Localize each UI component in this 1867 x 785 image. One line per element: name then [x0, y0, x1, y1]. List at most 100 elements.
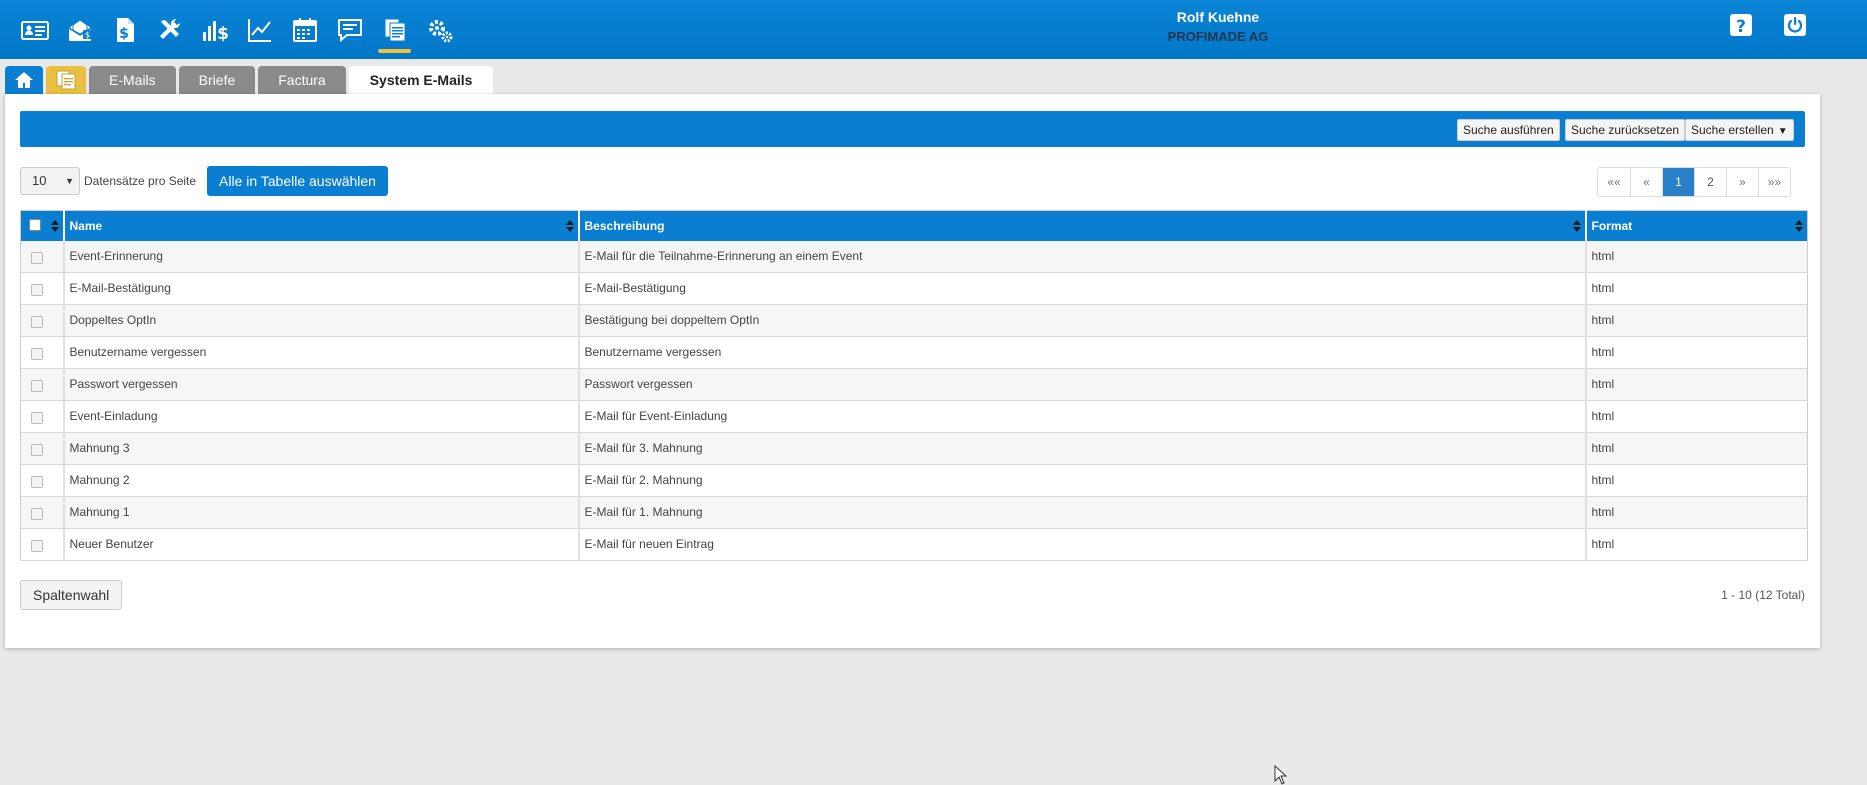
- power-icon[interactable]: [1782, 12, 1808, 38]
- row-checkbox-cell: [20, 240, 65, 273]
- format-cell: html: [1585, 400, 1808, 433]
- first-page-button[interactable]: ««: [1598, 168, 1630, 196]
- name-cell: Event-Einladung: [63, 400, 580, 433]
- svg-text:?: ?: [1736, 17, 1746, 37]
- help-icon[interactable]: ?: [1728, 12, 1754, 38]
- format-cell: html: [1585, 464, 1808, 497]
- row-checkbox[interactable]: [31, 412, 43, 424]
- description-cell: E-Mail für 3. Mahnung: [578, 432, 1587, 465]
- per-page-select[interactable]: 10 ▼: [20, 167, 80, 195]
- tab-system-emails[interactable]: System E-Mails: [348, 66, 494, 94]
- reset-search-button[interactable]: Suche zurücksetzen: [1565, 119, 1686, 141]
- module-tabs: E-Mails Briefe Factura System E-Mails: [5, 66, 496, 94]
- description-cell: E-Mail für Event-Einladung: [578, 400, 1587, 433]
- tab-documents[interactable]: [46, 66, 86, 94]
- row-checkbox-cell: [20, 336, 65, 369]
- revenue-icon[interactable]: $: [192, 8, 237, 52]
- statistics-icon[interactable]: [237, 8, 282, 52]
- name-cell: E-Mail-Bestätigung: [63, 272, 580, 305]
- column-header-name[interactable]: Name: [63, 210, 580, 241]
- chat-icon[interactable]: [327, 8, 372, 52]
- system-emails-table: Name Beschreibung Format Event-Erinnerun…: [20, 210, 1808, 561]
- select-all-checkbox[interactable]: [29, 219, 41, 232]
- column-label-name: Name: [69, 218, 103, 233]
- tools-icon[interactable]: [147, 8, 192, 52]
- name-cell: Event-Erinnerung: [63, 240, 580, 273]
- description-cell: E-Mail-Bestätigung: [578, 272, 1587, 305]
- row-checkbox[interactable]: [31, 508, 43, 520]
- format-cell: html: [1585, 240, 1808, 273]
- sort-icon[interactable]: [1572, 220, 1581, 232]
- per-page-value: 10: [32, 173, 47, 188]
- last-page-button[interactable]: »»: [1758, 168, 1790, 196]
- table-row[interactable]: Event-Einladung E-Mail für Event-Einladun…: [20, 400, 1808, 433]
- column-label-description: Beschreibung: [584, 218, 665, 233]
- page-1-button[interactable]: 1: [1662, 168, 1694, 196]
- row-checkbox[interactable]: [31, 476, 43, 488]
- tab-factura[interactable]: Factura: [258, 66, 346, 94]
- row-checkbox-cell: [20, 496, 65, 529]
- sort-icon[interactable]: [1795, 220, 1803, 232]
- row-checkbox[interactable]: [31, 251, 43, 264]
- row-checkbox[interactable]: [31, 540, 43, 552]
- pagination: «« « 1 2 » »»: [1597, 167, 1791, 197]
- home-icon: [15, 72, 33, 88]
- row-checkbox[interactable]: [31, 348, 43, 360]
- contacts-icon[interactable]: [12, 8, 57, 52]
- table-header-row: Name Beschreibung Format: [20, 210, 1808, 241]
- column-choice-button[interactable]: Spaltenwahl: [20, 580, 123, 610]
- create-search-label: Suche erstellen: [1691, 123, 1774, 137]
- row-checkbox-cell: [20, 272, 65, 305]
- table-row[interactable]: Mahnung 1 E-Mail für 1. Mahnung html: [20, 496, 1808, 529]
- invoice-icon[interactable]: $: [102, 8, 147, 52]
- table-row[interactable]: E-Mail-Bestätigung E-Mail-Bestätigung html: [20, 272, 1808, 305]
- documents-icon: [56, 70, 76, 90]
- description-cell: E-Mail für 2. Mahnung: [578, 464, 1587, 497]
- documents-icon[interactable]: [372, 8, 417, 53]
- format-cell: html: [1585, 336, 1808, 369]
- row-checkbox-cell: [20, 368, 65, 401]
- name-cell: Neuer Benutzer: [63, 528, 580, 561]
- table-row[interactable]: Benutzername vergessen Benutzername verge…: [20, 336, 1808, 369]
- description-cell: E-Mail für die Teilnahme-Erinnerung an e…: [578, 240, 1587, 273]
- sort-icon[interactable]: [565, 220, 574, 232]
- table-row[interactable]: Passwort vergessen Passwort vergessen html: [20, 368, 1808, 401]
- row-checkbox[interactable]: [31, 444, 43, 456]
- table-row[interactable]: Mahnung 2 E-Mail für 2. Mahnung html: [20, 464, 1808, 497]
- svg-text:$: $: [119, 26, 129, 42]
- table-row[interactable]: Event-Erinnerung E-Mail für die Teilnahme…: [20, 240, 1808, 273]
- settings-icon[interactable]: [417, 8, 462, 52]
- tab-emails[interactable]: E-Mails: [89, 66, 176, 94]
- record-total: 1 - 10 (12 Total): [1721, 588, 1805, 602]
- table-row[interactable]: Doppeltes OptIn Bestätigung bei doppeltem…: [20, 304, 1808, 337]
- row-checkbox[interactable]: [31, 284, 43, 296]
- row-checkbox[interactable]: [31, 380, 43, 392]
- calendar-icon[interactable]: [282, 8, 327, 52]
- format-cell: html: [1585, 432, 1808, 465]
- tab-briefe[interactable]: Briefe: [178, 66, 256, 94]
- prev-page-button[interactable]: «: [1630, 168, 1662, 196]
- create-search-dropdown[interactable]: Suche erstellen ▼: [1685, 119, 1794, 141]
- mail-icon[interactable]: $: [57, 8, 102, 52]
- select-all-button[interactable]: Alle in Tabelle auswählen: [207, 166, 388, 196]
- column-header-description[interactable]: Beschreibung: [578, 210, 1587, 241]
- user-info: Rolf Kuehne PROFIMADE AG: [1118, 7, 1318, 47]
- run-search-button[interactable]: Suche ausführen: [1457, 119, 1560, 141]
- tab-home[interactable]: [5, 66, 43, 94]
- name-cell: Benutzername vergessen: [63, 336, 580, 369]
- format-cell: html: [1585, 528, 1808, 561]
- row-checkbox-cell: [20, 432, 65, 465]
- name-cell: Passwort vergessen: [63, 368, 580, 401]
- next-page-button[interactable]: »: [1726, 168, 1758, 196]
- per-page-label: Datensätze pro Seite: [84, 174, 197, 188]
- column-header-format[interactable]: Format: [1585, 210, 1808, 241]
- sort-icon[interactable]: [50, 220, 59, 232]
- row-checkbox[interactable]: [31, 316, 43, 328]
- main-nav: $ $ $: [12, 8, 462, 53]
- description-cell: Benutzername vergessen: [578, 336, 1587, 369]
- page-2-button[interactable]: 2: [1694, 168, 1726, 196]
- row-checkbox-cell: [20, 528, 65, 561]
- table-row[interactable]: Mahnung 3 E-Mail für 3. Mahnung html: [20, 432, 1808, 465]
- top-navigation-bar: $ $ $ Rolf Kuehne PROFIMADE AG ?: [0, 0, 1867, 59]
- table-row[interactable]: Neuer Benutzer E-Mail für neuen Eintrag ht…: [20, 528, 1808, 561]
